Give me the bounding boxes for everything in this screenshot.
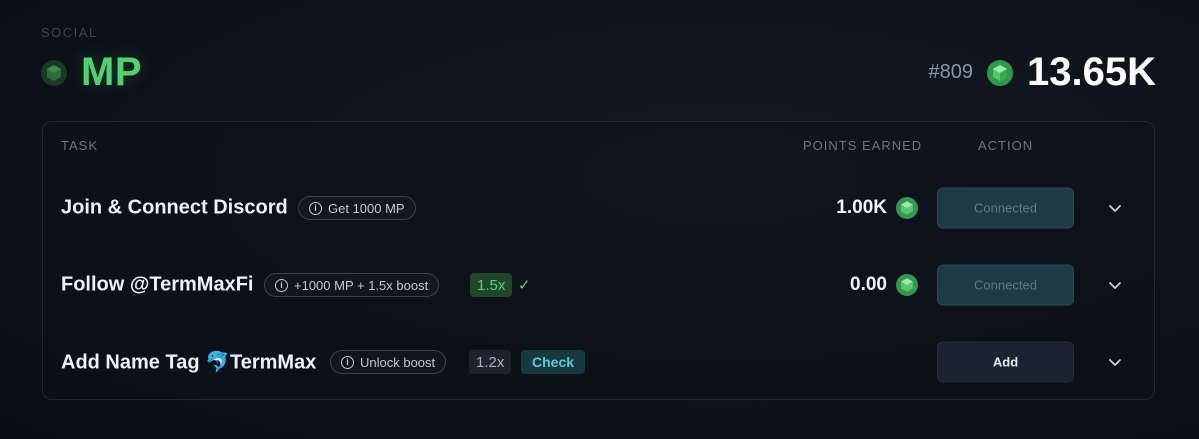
table-header: TASK POINTS EARNED ACTION: [43, 138, 1154, 154]
table-row: Join & Connect Discord i Get 1000 MP 1.0…: [43, 186, 1154, 230]
info-icon: i: [341, 355, 354, 369]
info-icon: i: [309, 201, 322, 215]
chevron-down-icon[interactable]: [1107, 200, 1123, 216]
reward-pill: i Unlock boost: [330, 350, 447, 374]
connected-button[interactable]: Connected: [937, 264, 1074, 306]
boost-badge: 1.2x: [469, 350, 512, 374]
title-text: MP: [81, 50, 142, 94]
gem-icon: [896, 274, 918, 296]
rank-label: #809: [928, 61, 974, 83]
reward-pill-label: Get 1000 MP: [328, 200, 405, 216]
table-row: Add Name Tag 🐬TermMax i Unlock boost 1.2…: [43, 340, 1154, 384]
gem-icon: [987, 59, 1014, 86]
add-button[interactable]: Add: [937, 341, 1074, 383]
boost-badge: 1.5x: [470, 273, 513, 297]
reward-pill: i +1000 MP + 1.5x boost: [264, 273, 440, 297]
reward-pill-label: +1000 MP + 1.5x boost: [294, 277, 429, 293]
column-header-points: POINTS EARNED: [803, 138, 923, 153]
points-value: 1.00K: [836, 197, 887, 218]
check-icon: ✓: [518, 277, 531, 294]
chevron-down-icon[interactable]: [1107, 277, 1123, 293]
info-icon: i: [275, 278, 288, 292]
gem-icon: [896, 197, 918, 219]
page-title: MP: [41, 50, 142, 95]
gem-icon: [41, 59, 67, 86]
total-points: 13.65K: [1027, 50, 1156, 94]
table-row: Follow @TermMaxFi i +1000 MP + 1.5x boos…: [43, 263, 1154, 307]
chevron-down-icon[interactable]: [1107, 354, 1123, 370]
reward-pill: i Get 1000 MP: [298, 196, 416, 220]
task-name: Add Name Tag 🐬TermMax: [61, 351, 317, 374]
connected-button[interactable]: Connected: [937, 187, 1074, 229]
check-button[interactable]: Check: [521, 350, 586, 374]
column-header-task: TASK: [61, 138, 98, 153]
task-name: Join & Connect Discord: [61, 196, 288, 219]
user-stats: #809 13.65K: [929, 50, 1156, 95]
reward-pill-label: Unlock boost: [360, 354, 436, 370]
section-label: SOCIAL: [41, 25, 98, 40]
points-earned: 1.00K: [836, 197, 918, 219]
task-name: Follow @TermMaxFi: [61, 273, 254, 296]
column-header-action: ACTION: [978, 138, 1034, 153]
tasks-table: TASK POINTS EARNED ACTION Join & Connect…: [42, 121, 1155, 400]
points-earned: 0.00: [850, 274, 918, 296]
points-value: 0.00: [850, 274, 887, 295]
